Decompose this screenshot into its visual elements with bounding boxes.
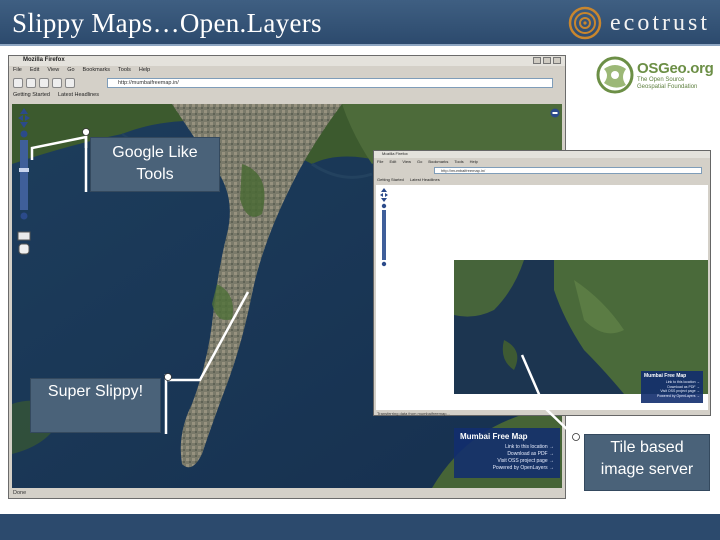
- callout-tools-line1: Google Like: [112, 144, 198, 161]
- connector-dot: [82, 128, 90, 136]
- connector-tools: [30, 135, 88, 160]
- callout-tile-server: Tile based image server: [584, 434, 710, 491]
- callout-tile-line2: image server: [600, 461, 694, 478]
- callout-tools-line2: Tools: [136, 166, 174, 183]
- callout-super-slippy: Super Slippy!: [30, 378, 161, 433]
- connector-slippy: [168, 291, 250, 382]
- callout-google-like-tools: Google Like Tools: [90, 137, 220, 192]
- connector-dot: [572, 433, 580, 441]
- callout-slippy-text: Super Slippy!: [47, 383, 144, 400]
- footer-band: [0, 514, 720, 540]
- callout-tile-line1: Tile based: [610, 439, 684, 456]
- connector-tile: [520, 354, 573, 435]
- connector-dot: [164, 373, 172, 381]
